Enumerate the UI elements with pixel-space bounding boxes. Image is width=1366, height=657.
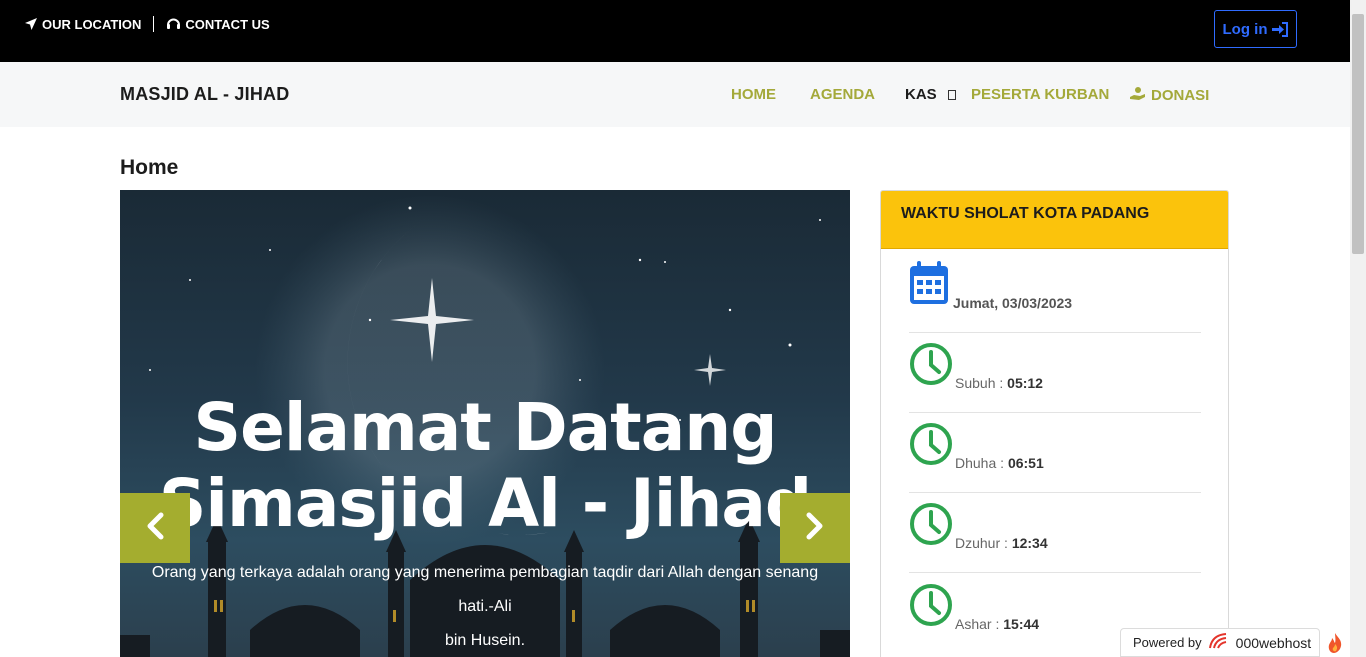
prayer-time-label: Dhuha : 06:51: [955, 455, 1044, 471]
nav-home[interactable]: HOME: [731, 86, 776, 103]
prayer-time: 05:12: [1007, 375, 1043, 391]
page-title: Home: [120, 156, 179, 179]
nav-home-label: HOME: [731, 86, 776, 103]
sign-in-icon: [1271, 21, 1289, 37]
nav-kas-dropdown[interactable]: KAS: [905, 86, 956, 103]
calendar-icon: [909, 260, 949, 311]
clock-icon: [909, 342, 953, 391]
row-divider: [909, 572, 1201, 573]
scrollbar-thumb[interactable]: [1352, 14, 1364, 254]
donate-hand-icon: [1129, 86, 1146, 105]
clock-icon: [909, 502, 953, 551]
row-divider: [909, 412, 1201, 413]
prayer-time-label: Ashar : 15:44: [955, 616, 1040, 632]
hero-title-line2: Simasjid Al - Jihad: [158, 465, 812, 542]
clock-icon: [909, 422, 953, 471]
prayer-name: Dzuhur: [955, 535, 1001, 551]
nav-donasi-label: DONASI: [1151, 87, 1210, 104]
top-links: OUR LOCATION CONTACT US: [24, 16, 270, 32]
powered-by-badge[interactable]: Powered by 000webhost: [1120, 628, 1320, 657]
powered-by-label: Powered by: [1133, 635, 1202, 650]
prayer-times-panel: WAKTU SHOLAT KOTA PADANG Jumat, 03/03/20…: [880, 190, 1229, 657]
nav-peserta-kurban-label: PESERTA KURBAN: [971, 86, 1110, 103]
hero-title-line1: Selamat Datang: [193, 389, 778, 466]
page-scrollbar[interactable]: [1350, 0, 1366, 657]
prayer-date-row: Jumat, 03/03/2023: [909, 261, 1201, 333]
nav-agenda-label: AGENDA: [810, 86, 876, 103]
contact-us-link[interactable]: CONTACT US: [166, 16, 270, 32]
hero-quote-line2: bin Husein.: [444, 632, 526, 649]
prayer-name: Subuh: [955, 375, 996, 391]
prayer-time-label: Subuh : 05:12: [955, 375, 1043, 391]
nav-peserta-kurban[interactable]: PESERTA KURBAN: [971, 86, 1109, 103]
prayer-time-row: Dzuhur : 12:34: [909, 503, 1201, 573]
nav-agenda[interactable]: AGENDA: [810, 86, 875, 103]
flame-icon[interactable]: [1320, 628, 1350, 657]
clock-icon: [909, 583, 953, 632]
carousel-next-button[interactable]: [780, 493, 850, 563]
carousel-prev-button[interactable]: [120, 493, 190, 563]
site-brand[interactable]: MASJID AL - JIHAD: [120, 84, 289, 105]
our-location-link[interactable]: OUR LOCATION: [24, 17, 141, 32]
contact-us-label: CONTACT US: [185, 16, 270, 32]
webhost-logo-icon: [1208, 632, 1230, 653]
dropdown-caret-icon: [947, 89, 956, 100]
login-button[interactable]: Log in: [1214, 10, 1297, 48]
login-label: Log in: [1222, 20, 1268, 38]
prayer-time: 15:44: [1003, 616, 1040, 632]
nav-donasi[interactable]: DONASI: [1129, 86, 1209, 105]
hero-quote-line1: Orang yang terkaya adalah orang yang men…: [151, 564, 819, 615]
row-divider: [909, 492, 1201, 493]
top-bar: OUR LOCATION CONTACT US Log in: [0, 0, 1350, 62]
hero-quote: Orang yang terkaya adalah orang yang men…: [132, 556, 838, 657]
location-arrow-icon: [24, 17, 38, 31]
webhost-brand: 000webhost: [1235, 634, 1312, 651]
hero-title: Selamat Datang Simasjid Al - Jihad: [120, 390, 850, 542]
divider: [153, 16, 155, 32]
prayer-time-label: Dzuhur : 12:34: [955, 535, 1048, 551]
chevron-right-icon: [804, 512, 826, 545]
hero-carousel: Selamat Datang Simasjid Al - Jihad Orang…: [120, 190, 850, 657]
prayer-time-row: Subuh : 05:12: [909, 343, 1201, 413]
prayer-time: 12:34: [1011, 535, 1048, 551]
chevron-left-icon: [144, 512, 166, 545]
main-navbar: MASJID AL - JIHAD HOME AGENDA KAS PESERT…: [0, 62, 1350, 127]
our-location-label: OUR LOCATION: [42, 16, 142, 32]
prayer-time: 06:51: [1007, 455, 1044, 471]
prayer-time-row: Dhuha : 06:51: [909, 423, 1201, 493]
prayer-panel-heading: WAKTU SHOLAT KOTA PADANG: [881, 191, 1228, 249]
headset-icon: [166, 17, 181, 31]
prayer-name: Ashar: [955, 616, 992, 632]
row-divider: [909, 332, 1201, 333]
prayer-date: Jumat, 03/03/2023: [953, 295, 1073, 311]
nav-kas-label: KAS: [905, 86, 937, 103]
prayer-name: Dhuha: [955, 455, 997, 471]
